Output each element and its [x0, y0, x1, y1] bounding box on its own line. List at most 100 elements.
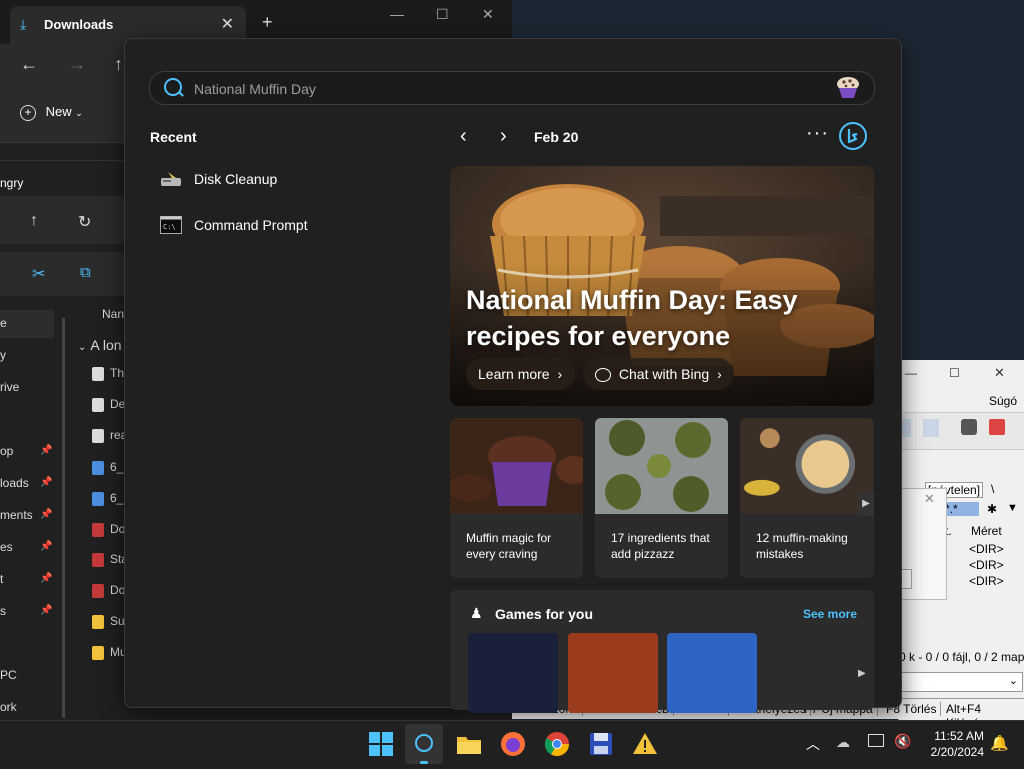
disk-cleanup-icon — [161, 172, 181, 186]
sidebar-item[interactable]: ork — [0, 700, 56, 720]
maximize-icon[interactable]: ☐ — [949, 366, 960, 380]
clock[interactable]: 11:52 AM 2/20/2024 — [920, 728, 984, 760]
search-icon — [164, 78, 182, 96]
chat-with-bing-button[interactable]: Chat with Bing › — [583, 358, 734, 390]
root-button[interactable]: \ — [991, 482, 994, 496]
close-window-icon[interactable]: ✕ — [482, 6, 494, 23]
column-header-name[interactable]: Nan — [102, 307, 124, 321]
search-taskbar-button[interactable] — [405, 724, 443, 764]
recent-item-label: Disk Cleanup — [194, 171, 278, 187]
sidebar-item[interactable]: e — [0, 316, 56, 336]
card-caption: 17 ingredients that add pizzazz — [611, 531, 710, 561]
chevron-up-icon[interactable]: ︿ — [806, 734, 820, 754]
close-icon[interactable]: ✕ — [924, 491, 935, 507]
news-card[interactable]: Muffin magic for every craving — [450, 418, 583, 578]
column-size[interactable]: Méret — [971, 524, 1002, 538]
chevron-down-icon: ⌄ — [75, 108, 83, 118]
dir-size: <DIR> — [969, 574, 1004, 588]
muffin-icon — [837, 77, 859, 98]
chocolate-muffin-image — [450, 418, 583, 514]
network-icon[interactable] — [868, 734, 884, 747]
sidebar-item[interactable]: y — [0, 348, 56, 368]
active-indicator — [420, 761, 428, 764]
refresh-icon[interactable]: ↻ — [78, 212, 91, 232]
star-icon[interactable]: ✱ — [987, 502, 997, 516]
command-line[interactable]: ⌄ — [899, 672, 1023, 692]
file-item[interactable]: 6_ — [110, 491, 123, 505]
notification-bell-icon[interactable]: 🔔 — [990, 734, 1009, 752]
warning-icon[interactable] — [632, 731, 658, 757]
filter-field[interactable]: *.* — [945, 502, 979, 516]
sidebar-item[interactable]: PC — [0, 668, 56, 688]
tc-toolbar — [899, 412, 1024, 450]
close-window-icon[interactable]: ✕ — [994, 365, 1005, 381]
copy-icon[interactable]: ⧉ — [80, 264, 91, 281]
date-label: Feb 20 — [534, 129, 579, 145]
recent-item-label: Command Prompt — [194, 217, 308, 233]
news-card[interactable]: 12 muffin-making mistakes — [740, 418, 874, 578]
firefox-icon[interactable] — [500, 731, 526, 757]
explorer2-nav-bar: ↑ ↻ — [0, 196, 124, 244]
up-arrow-icon[interactable]: ↑ — [114, 54, 123, 75]
scroll-right-icon[interactable]: ▶ — [858, 668, 866, 679]
file-icon — [92, 461, 104, 475]
new-tab-button[interactable]: + — [262, 12, 273, 33]
card-caption: Muffin magic for every craving — [466, 531, 552, 561]
volume-muted-icon[interactable]: 🔇 — [894, 733, 911, 750]
back-arrow-icon[interactable]: ← — [20, 54, 38, 75]
sidebar-item[interactable]: rive — [0, 380, 56, 400]
group-label: A lon — [90, 337, 122, 353]
onedrive-icon[interactable]: ☁ — [836, 734, 850, 751]
next-arrow-icon[interactable]: › — [500, 125, 507, 148]
learn-more-label: Learn more — [478, 366, 550, 382]
file-icon — [92, 367, 104, 381]
bing-icon[interactable] — [838, 121, 868, 151]
up-arrow-icon[interactable]: ↑ — [30, 212, 38, 230]
cut-icon[interactable]: ✂ — [32, 264, 45, 284]
minimize-icon[interactable]: — — [905, 366, 917, 380]
file-item[interactable]: 6_ — [110, 460, 123, 474]
card-caption: 12 muffin-making mistakes — [756, 531, 848, 561]
plus-circle-icon: + — [20, 105, 36, 121]
status-text: 0 k - 0 / 0 fájl, 0 / 2 map — [899, 650, 1024, 664]
game-tile[interactable] — [667, 633, 757, 713]
game-tile[interactable] — [468, 633, 558, 713]
dir-size: <DIR> — [969, 542, 1004, 556]
see-more-link[interactable]: See more — [803, 607, 857, 621]
help-menu[interactable]: Súgó — [989, 394, 1017, 408]
pistachio-muffins-image — [595, 418, 728, 514]
binoculars-icon[interactable] — [961, 419, 977, 435]
sidebar-scrollbar[interactable] — [62, 318, 65, 718]
file-icon — [92, 429, 104, 443]
hero-title[interactable]: National Muffin Day: Easy recipes for ev… — [466, 282, 856, 354]
minimize-icon[interactable]: — — [390, 6, 404, 22]
file-explorer-icon[interactable] — [456, 731, 482, 757]
chevron-down-icon[interactable]: ⌄ — [1009, 674, 1018, 687]
floppy-disk-icon[interactable] — [588, 731, 614, 757]
recent-item-disk-cleanup[interactable]: Disk Cleanup — [150, 162, 430, 198]
recent-item-command-prompt[interactable]: C:\ Command Prompt — [150, 208, 430, 244]
more-options-icon[interactable]: ··· — [806, 122, 829, 145]
maximize-icon[interactable]: ☐ — [436, 6, 449, 23]
pin-icon: 📌 — [40, 573, 53, 584]
file-item[interactable]: Su — [110, 614, 125, 628]
scroll-right-icon[interactable]: ▶ — [858, 492, 874, 516]
dropdown-arrow-icon[interactable]: ▼ — [1007, 502, 1018, 514]
news-card[interactable]: 17 ingredients that add pizzazz — [595, 418, 728, 578]
url-icon[interactable] — [923, 419, 939, 437]
search-box[interactable] — [149, 71, 875, 105]
download-icon: ⤓ — [20, 16, 27, 32]
search-input[interactable] — [192, 77, 816, 101]
game-tile[interactable] — [568, 633, 658, 713]
file-item[interactable]: Th — [110, 366, 124, 380]
close-tab-icon[interactable]: ✕ — [221, 14, 234, 34]
start-icon[interactable] — [368, 731, 394, 757]
learn-more-button[interactable]: Learn more › — [466, 358, 575, 390]
forward-arrow-icon[interactable]: → — [68, 54, 86, 75]
multi-rename-icon[interactable] — [989, 419, 1005, 435]
new-button[interactable]: + New ⌄ — [20, 104, 83, 121]
previous-arrow-icon[interactable]: ‹ — [460, 125, 467, 148]
group-header[interactable]: ⌄ A lon — [78, 337, 122, 353]
pin-icon: 📌 — [40, 445, 53, 456]
chrome-icon[interactable] — [544, 731, 570, 757]
